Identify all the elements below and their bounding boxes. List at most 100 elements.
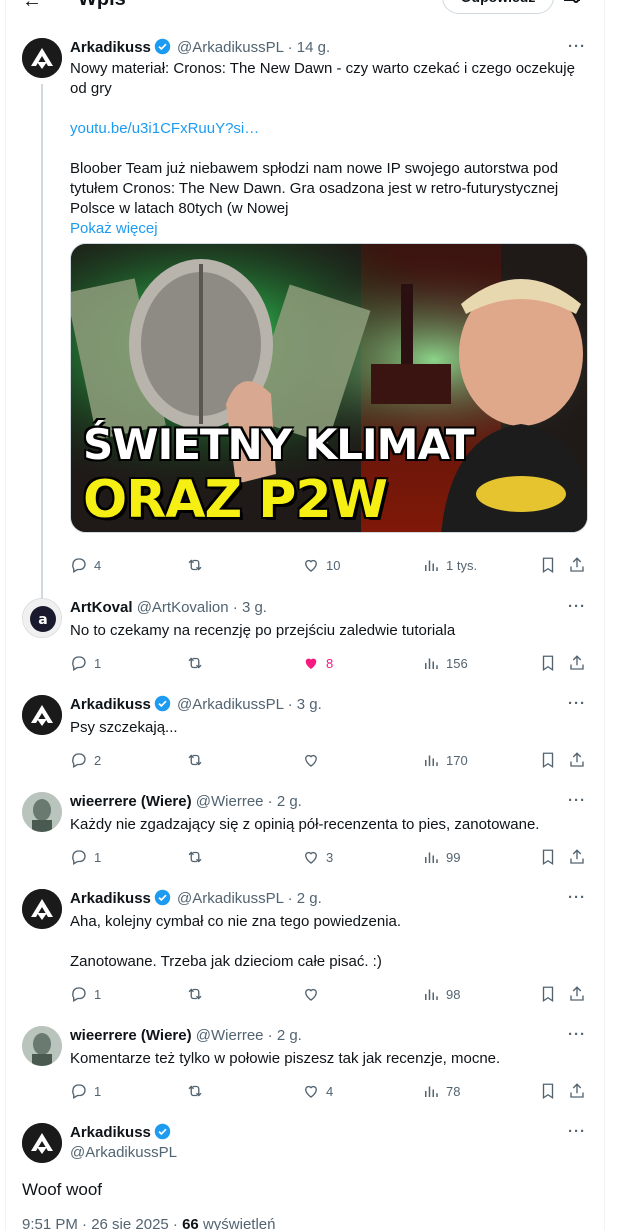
- reply-button[interactable]: Odpowiedz: [442, 0, 554, 14]
- page-title: Wpis: [78, 0, 126, 11]
- reply-action[interactable]: 1: [70, 1081, 101, 1101]
- views-action[interactable]: 170: [422, 750, 468, 770]
- tweet-time[interactable]: · 2 g.: [268, 1027, 302, 1044]
- like-action[interactable]: 4: [302, 1081, 333, 1101]
- more-options-icon[interactable]: ···: [568, 1026, 586, 1043]
- author-name[interactable]: Arkadikuss: [70, 890, 151, 907]
- author-name[interactable]: Arkadikuss: [70, 39, 151, 56]
- tweet-actions: 1 98: [70, 984, 590, 1004]
- tweet-text: Bloober Team już niebawem spłodzi nam no…: [70, 160, 559, 217]
- repost-action[interactable]: [186, 555, 210, 575]
- speech-bubble-icon: [72, 987, 86, 1002]
- avatar[interactable]: a: [22, 598, 62, 638]
- tweet-time[interactable]: · 3 g.: [233, 599, 267, 616]
- author-handle[interactable]: @ArkadikussPL: [177, 696, 283, 713]
- views-action[interactable]: 156: [422, 653, 468, 673]
- verified-badge-icon: [154, 1123, 171, 1140]
- share-action[interactable]: [568, 847, 592, 867]
- reply-action[interactable]: 1: [70, 653, 101, 673]
- author-handle[interactable]: @Wierree: [196, 1027, 264, 1044]
- share-icon: [570, 1083, 584, 1098]
- tweet-header: Arkadikuss @ArkadikussPL · 3 g.: [70, 695, 322, 715]
- reply-count: 4: [94, 557, 102, 573]
- tweet-actions: 1 8 156: [70, 653, 590, 673]
- repost-action[interactable]: [186, 1081, 210, 1101]
- reply-action[interactable]: 1: [70, 847, 101, 867]
- speech-bubble-icon: [72, 753, 86, 768]
- repost-action[interactable]: [186, 984, 210, 1004]
- bar-chart-icon: [425, 852, 438, 863]
- more-options-icon[interactable]: ···: [568, 889, 586, 906]
- share-action[interactable]: [568, 653, 592, 673]
- bar-chart-icon: [425, 755, 438, 766]
- views-label: wyświetleń: [202, 1216, 276, 1230]
- author-handle[interactable]: @ArkadikussPL: [177, 890, 283, 907]
- sliders-icon[interactable]: [562, 0, 582, 6]
- bookmark-action[interactable]: [539, 653, 563, 673]
- verified-badge-icon: [154, 38, 171, 55]
- author-handle[interactable]: @ArtKovalion: [137, 599, 229, 616]
- avatar[interactable]: [22, 1026, 62, 1066]
- bookmark-action[interactable]: [539, 984, 563, 1004]
- reply-action[interactable]: 1: [70, 984, 101, 1004]
- like-count: 10: [326, 557, 341, 573]
- tweet-time[interactable]: · 2 g.: [288, 890, 322, 907]
- reply-action[interactable]: 2: [70, 750, 101, 770]
- author-name[interactable]: Arkadikuss: [70, 696, 151, 713]
- author-name[interactable]: wieerrere (Wiere): [70, 793, 192, 810]
- share-action[interactable]: [568, 750, 592, 770]
- reply-count: 1: [94, 655, 102, 671]
- repost-action[interactable]: [186, 847, 210, 867]
- views-action[interactable]: 99: [422, 847, 460, 867]
- author-handle[interactable]: @ArkadikussPL: [70, 1143, 177, 1163]
- tweet-text: Aha, kolejny cymbał co nie zna tego powi…: [70, 913, 402, 930]
- author-handle[interactable]: @Wierree: [196, 793, 264, 810]
- tweet-time[interactable]: · 2 g.: [268, 793, 302, 810]
- avatar[interactable]: [22, 695, 62, 735]
- share-action[interactable]: [568, 555, 592, 575]
- repost-action[interactable]: [186, 750, 210, 770]
- share-action[interactable]: [568, 1081, 592, 1101]
- author-name[interactable]: Arkadikuss: [70, 1124, 151, 1141]
- video-thumbnail[interactable]: ŚWIETNY KLIMAT ORAZ P2W: [70, 243, 588, 533]
- bookmark-action[interactable]: [539, 555, 563, 575]
- views-action[interactable]: 78: [422, 1081, 460, 1101]
- author-name[interactable]: ArtKoval: [70, 599, 133, 616]
- more-options-icon[interactable]: ···: [568, 38, 586, 55]
- like-action[interactable]: 8: [302, 653, 333, 673]
- reply-action[interactable]: 4: [70, 555, 101, 575]
- avatar[interactable]: [22, 38, 62, 78]
- arrow-left-icon[interactable]: ←: [22, 0, 42, 13]
- avatar[interactable]: [22, 889, 62, 929]
- bookmark-action[interactable]: [539, 847, 563, 867]
- repost-action[interactable]: [186, 653, 210, 673]
- like-action[interactable]: 3: [302, 847, 333, 867]
- bar-chart-icon: [425, 560, 438, 571]
- like-action[interactable]: 10: [302, 555, 340, 575]
- more-options-icon[interactable]: ···: [568, 695, 586, 712]
- share-action[interactable]: [568, 984, 592, 1004]
- more-options-icon[interactable]: ···: [568, 1123, 586, 1140]
- more-options-icon[interactable]: ···: [568, 598, 586, 615]
- avatar[interactable]: [22, 792, 62, 832]
- like-action[interactable]: [302, 984, 326, 1004]
- tweet-time[interactable]: · 3 g.: [288, 696, 322, 713]
- show-more-link[interactable]: Pokaż więcej: [70, 219, 590, 239]
- author-name[interactable]: wieerrere (Wiere): [70, 1027, 192, 1044]
- tweet-timestamp[interactable]: 9:51 PM · 26 sie 2025 ·: [22, 1216, 178, 1230]
- like-action[interactable]: [302, 750, 326, 770]
- speech-bubble-icon: [72, 558, 86, 573]
- tweet-link[interactable]: youtu.be/u3i1CFxRuuY?si…: [70, 119, 590, 139]
- tweet-actions: 1 3 99: [70, 847, 590, 867]
- speech-bubble-icon: [72, 656, 86, 671]
- avatar[interactable]: [22, 1123, 62, 1163]
- thumbnail-caption-line1: ŚWIETNY KLIMAT: [83, 420, 474, 469]
- more-options-icon[interactable]: ···: [568, 792, 586, 809]
- views-action[interactable]: 98: [422, 984, 460, 1004]
- author-handle[interactable]: @ArkadikussPL: [177, 39, 283, 56]
- views-action[interactable]: 1 tys.: [422, 555, 477, 575]
- view-count: 78: [446, 1083, 461, 1099]
- tweet-time[interactable]: · 14 g.: [288, 39, 331, 56]
- bookmark-action[interactable]: [539, 1081, 563, 1101]
- bookmark-action[interactable]: [539, 750, 563, 770]
